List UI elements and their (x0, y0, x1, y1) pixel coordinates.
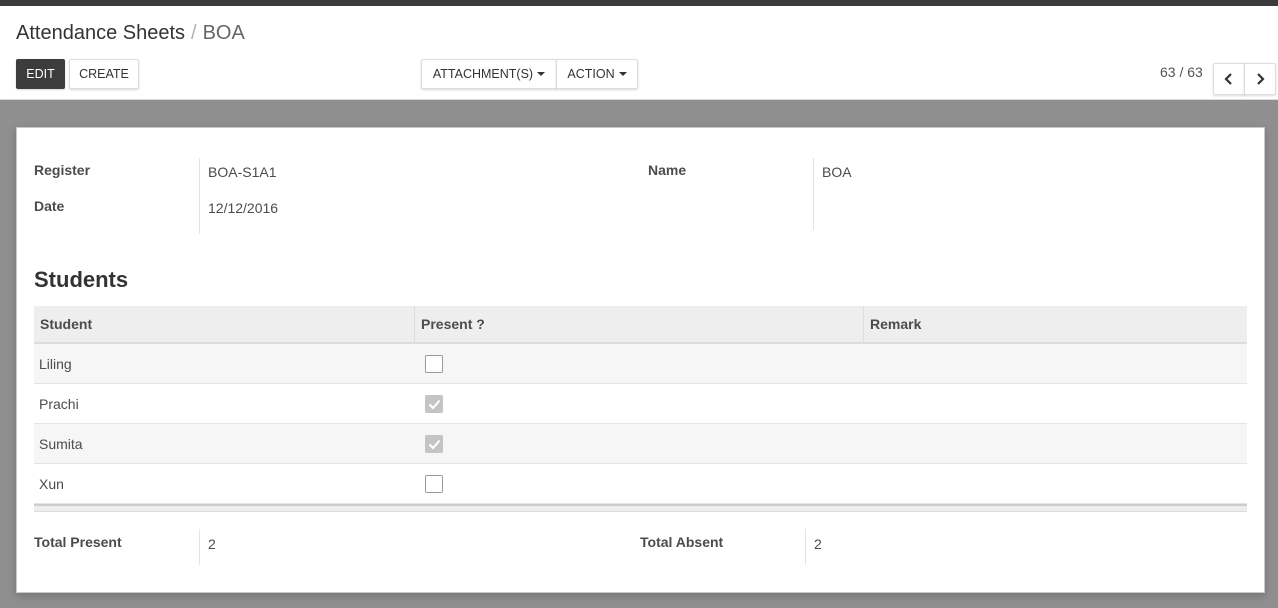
total-present-label: Total Present (34, 534, 122, 550)
field-divider (199, 529, 200, 565)
table-row[interactable]: Xun (34, 464, 1247, 504)
total-absent-value: 2 (814, 536, 822, 552)
breadcrumb-parent-link[interactable]: Attendance Sheets (16, 22, 185, 44)
student-name: Prachi (39, 396, 79, 412)
table-row[interactable]: Liling (34, 344, 1247, 384)
total-absent-label: Total Absent (640, 534, 724, 550)
action-dropdown-button[interactable]: ACTION (556, 59, 638, 89)
students-table: Student Present ? Remark Liling Prachi S… (34, 306, 1247, 512)
check-icon (428, 439, 440, 449)
remark-cell (864, 424, 1247, 464)
check-icon (428, 399, 440, 409)
name-label: Name (648, 162, 687, 178)
attachments-dropdown-button[interactable]: ATTACHMENT(S) (421, 59, 557, 89)
present-cell (415, 424, 864, 464)
form-sheet: Register BOA-S1A1 Date 12/12/2016 Name B… (16, 127, 1265, 593)
pager-value[interactable]: 63 / 63 (1160, 64, 1203, 80)
present-cell (415, 464, 864, 504)
students-section-title: Students (34, 267, 129, 292)
present-checkbox[interactable] (425, 395, 443, 413)
column-header-student[interactable]: Student (34, 306, 415, 342)
column-header-remark[interactable]: Remark (864, 306, 1247, 342)
breadcrumb: Attendance Sheets / BOA (16, 22, 245, 45)
chevron-left-icon (1224, 73, 1232, 85)
table-row[interactable]: Prachi (34, 384, 1247, 424)
total-present-value: 2 (208, 536, 216, 552)
date-value: 12/12/2016 (208, 200, 279, 216)
present-cell (415, 344, 864, 384)
caret-down-icon (537, 72, 546, 76)
present-checkbox[interactable] (425, 435, 443, 453)
register-label: Register (34, 162, 91, 178)
table-footer (34, 504, 1247, 512)
attachments-label: ATTACHMENT(S) (432, 67, 534, 81)
table-row[interactable]: Sumita (34, 424, 1247, 464)
pager-next-button[interactable] (1244, 63, 1276, 95)
remark-cell (864, 464, 1247, 504)
pager-previous-button[interactable] (1213, 63, 1245, 95)
name-value: BOA (822, 164, 852, 180)
field-divider (813, 158, 814, 230)
chevron-right-icon (1257, 73, 1265, 85)
caret-down-icon (618, 72, 627, 76)
student-name: Liling (39, 356, 72, 372)
remark-cell (864, 344, 1247, 384)
student-name: Xun (39, 476, 64, 492)
edit-button[interactable]: EDIT (16, 59, 65, 89)
column-header-present[interactable]: Present ? (415, 306, 864, 342)
present-checkbox[interactable] (425, 355, 443, 373)
field-divider (199, 158, 200, 234)
present-checkbox[interactable] (425, 475, 443, 493)
action-label: ACTION (567, 67, 615, 81)
breadcrumb-separator: / (191, 22, 197, 44)
remark-cell (864, 384, 1247, 424)
control-panel: Attendance Sheets / BOA EDIT CREATE ATTACH… (0, 6, 1278, 100)
field-divider (805, 529, 806, 565)
present-cell (415, 384, 864, 424)
student-name: Sumita (39, 436, 83, 452)
register-value[interactable]: BOA-S1A1 (208, 164, 276, 180)
breadcrumb-current: BOA (202, 22, 245, 44)
date-label: Date (34, 198, 65, 214)
table-header: Student Present ? Remark (34, 306, 1247, 344)
create-button[interactable]: CREATE (69, 59, 139, 89)
